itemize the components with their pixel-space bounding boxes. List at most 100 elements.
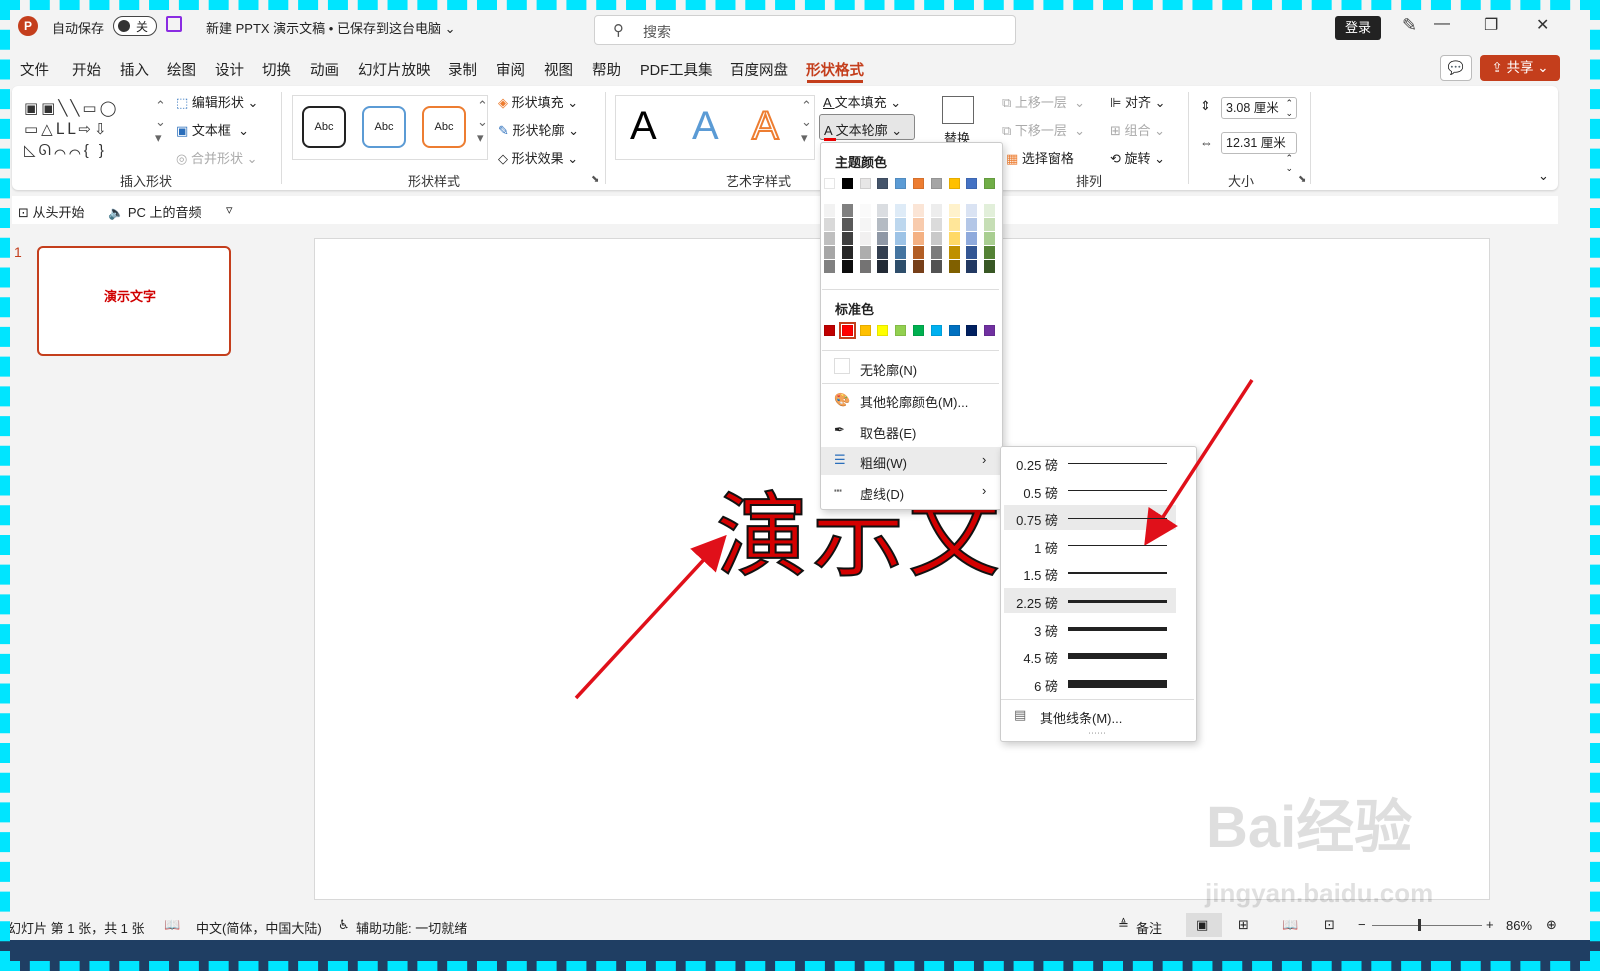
weight-option-line[interactable] [1068, 462, 1167, 464]
standard-color-swatch[interactable] [895, 325, 907, 336]
theme-shade-swatch[interactable] [841, 246, 853, 259]
theme-shade-swatch[interactable] [895, 246, 907, 259]
standard-color-swatch[interactable] [966, 325, 978, 336]
weight-option-line[interactable] [1068, 490, 1167, 492]
standard-color-swatch[interactable] [984, 325, 996, 336]
theme-shade-swatch[interactable] [877, 246, 889, 259]
theme-shade-swatch[interactable] [966, 204, 978, 217]
theme-color-swatch[interactable] [895, 178, 907, 189]
standard-color-swatch[interactable] [824, 325, 835, 336]
standard-color-swatch[interactable] [913, 325, 924, 336]
theme-shade-swatch[interactable] [930, 232, 942, 245]
theme-shade-swatch[interactable] [966, 218, 978, 231]
theme-shade-swatch[interactable] [859, 232, 871, 245]
language[interactable]: 中文(简体，中国大陆) [196, 918, 322, 937]
weight-option-label[interactable]: 3 磅 [1012, 621, 1058, 640]
theme-shade-swatch[interactable] [824, 204, 835, 217]
standard-color-swatch[interactable] [877, 325, 889, 336]
theme-shade-swatch[interactable] [948, 218, 960, 231]
weight-option-label[interactable]: 0.25 磅 [1012, 455, 1058, 474]
theme-color-swatch[interactable] [877, 178, 889, 189]
theme-shade-swatch[interactable] [859, 218, 871, 231]
theme-shade-swatch[interactable] [913, 246, 924, 259]
notes-button[interactable]: 备注 [1136, 918, 1162, 937]
theme-shade-swatch[interactable] [841, 218, 853, 231]
theme-shade-swatch[interactable] [895, 204, 907, 217]
weight-option-label[interactable]: 1.5 磅 [1012, 565, 1058, 584]
theme-color-swatch[interactable] [948, 178, 960, 189]
theme-shade-swatch[interactable] [913, 204, 924, 217]
theme-color-swatch[interactable] [966, 178, 978, 189]
weight-option-line[interactable] [1068, 572, 1167, 575]
theme-color-swatch[interactable] [824, 178, 835, 189]
theme-shade-swatch[interactable] [966, 260, 978, 273]
fit-slide-icon[interactable]: ⊕ [1546, 917, 1557, 933]
standard-color-swatch-selected[interactable] [838, 322, 856, 339]
theme-shade-swatch[interactable] [930, 260, 942, 273]
weight-option-line[interactable] [1068, 679, 1167, 688]
theme-shade-swatch[interactable] [859, 204, 871, 217]
theme-shade-swatch[interactable] [841, 204, 853, 217]
standard-color-swatch[interactable] [859, 325, 871, 336]
zoom-slider-thumb[interactable] [1418, 919, 1421, 931]
theme-shade-swatch[interactable] [984, 204, 996, 217]
theme-shade-swatch[interactable] [930, 218, 942, 231]
theme-shade-swatch[interactable] [895, 232, 907, 245]
theme-shade-swatch[interactable] [984, 218, 996, 231]
slideshow-view-icon[interactable]: ⊡ [1324, 917, 1335, 933]
theme-color-swatch[interactable] [930, 178, 942, 189]
weight-option-line[interactable] [1068, 653, 1167, 660]
weight-option-line[interactable] [1068, 517, 1167, 519]
theme-shade-swatch[interactable] [948, 246, 960, 259]
weight-option-line[interactable] [1068, 545, 1167, 547]
theme-shade-swatch[interactable] [948, 232, 960, 245]
theme-shade-swatch[interactable] [824, 218, 835, 231]
standard-color-swatch[interactable] [930, 325, 942, 336]
zoom-level[interactable]: 86% [1506, 918, 1532, 933]
reading-view-icon[interactable]: 📖 [1282, 917, 1298, 933]
theme-shade-swatch[interactable] [984, 260, 996, 273]
theme-shade-swatch[interactable] [913, 218, 924, 231]
accessibility-status[interactable]: 辅助功能: 一切就绪 [356, 918, 467, 937]
theme-shade-swatch[interactable] [859, 246, 871, 259]
theme-shade-swatch[interactable] [948, 204, 960, 217]
theme-shade-swatch[interactable] [895, 218, 907, 231]
weight-option-label[interactable]: 1 磅 [1012, 538, 1058, 557]
theme-shade-swatch[interactable] [984, 246, 996, 259]
theme-shade-swatch[interactable] [966, 232, 978, 245]
weight-option-label[interactable]: 4.5 磅 [1012, 648, 1058, 667]
zoom-in-icon[interactable]: + [1486, 917, 1494, 932]
zoom-out-icon[interactable]: − [1358, 917, 1366, 932]
weight-option-label[interactable]: 2.25 磅 [1012, 593, 1058, 612]
theme-shade-swatch[interactable] [877, 218, 889, 231]
weight-option-line[interactable] [1068, 626, 1167, 631]
theme-shade-swatch[interactable] [984, 232, 996, 245]
theme-color-swatch[interactable] [859, 178, 871, 189]
weight-option-label[interactable]: 0.75 磅 [1012, 510, 1058, 529]
theme-shade-swatch[interactable] [824, 246, 835, 259]
theme-color-swatch[interactable] [913, 178, 924, 189]
theme-color-swatch[interactable] [841, 178, 853, 189]
theme-shade-swatch[interactable] [948, 260, 960, 273]
weight-option-line[interactable] [1068, 599, 1167, 603]
theme-shade-swatch[interactable] [930, 246, 942, 259]
theme-shade-swatch[interactable] [930, 204, 942, 217]
theme-shade-swatch[interactable] [841, 232, 853, 245]
weight-option-label[interactable]: 0.5 磅 [1012, 483, 1058, 502]
theme-shade-swatch[interactable] [877, 204, 889, 217]
theme-shade-swatch[interactable] [877, 232, 889, 245]
theme-shade-swatch[interactable] [913, 260, 924, 273]
theme-shade-swatch[interactable] [824, 232, 835, 245]
theme-color-swatch[interactable] [984, 178, 996, 189]
theme-shade-swatch[interactable] [859, 260, 871, 273]
theme-shade-swatch[interactable] [913, 232, 924, 245]
theme-shade-swatch[interactable] [877, 260, 889, 273]
theme-shade-swatch[interactable] [841, 260, 853, 273]
zoom-slider[interactable] [1372, 925, 1482, 926]
spellcheck-icon[interactable]: 📖 [164, 917, 180, 933]
sorter-view-icon[interactable]: ⊞ [1238, 917, 1249, 933]
weight-option-label[interactable]: 6 磅 [1012, 676, 1058, 695]
theme-shade-swatch[interactable] [824, 260, 835, 273]
theme-shade-swatch[interactable] [966, 246, 978, 259]
standard-color-swatch[interactable] [948, 325, 960, 336]
